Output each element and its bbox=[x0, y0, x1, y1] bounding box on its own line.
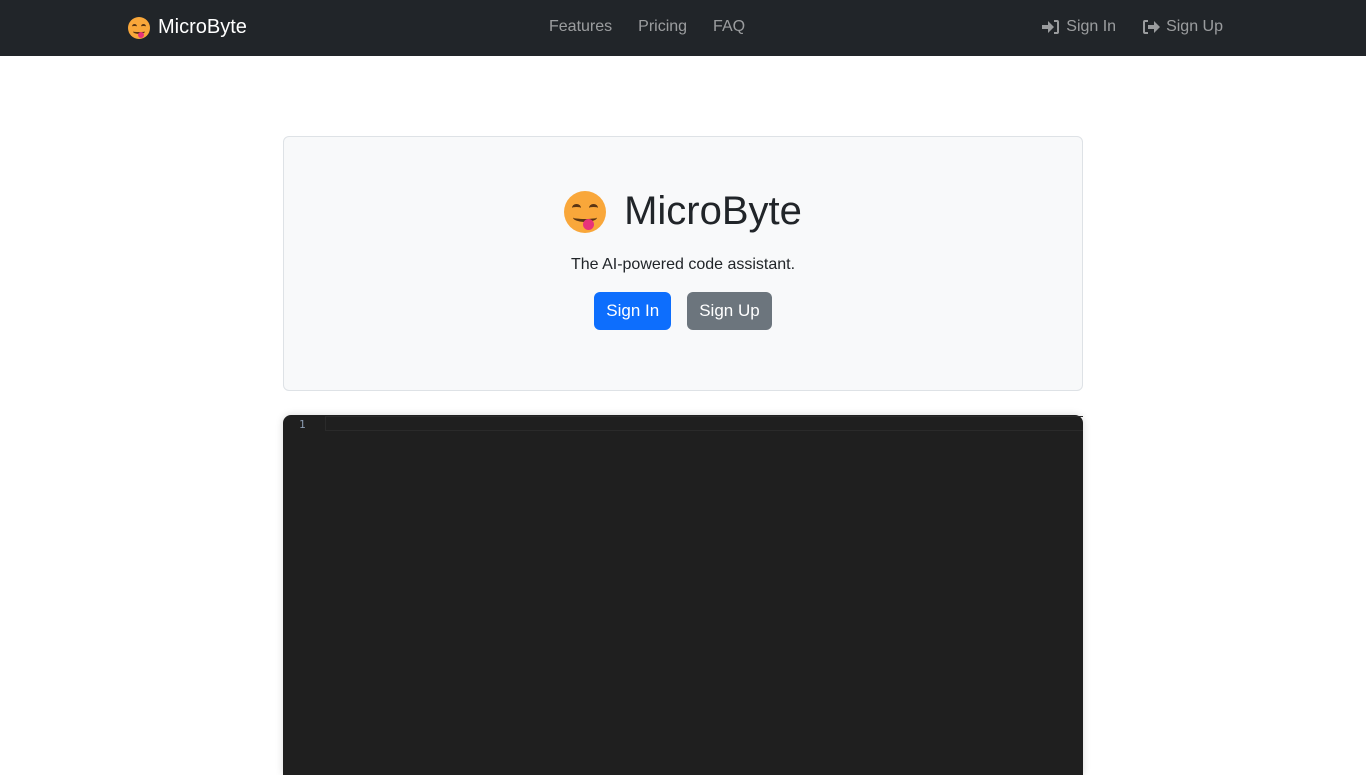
nav-link-features[interactable]: Features bbox=[549, 18, 612, 36]
sign-up-button[interactable]: Sign Up bbox=[687, 292, 772, 330]
face-savoring-food-icon bbox=[564, 190, 607, 233]
sign-in-icon bbox=[1042, 20, 1060, 34]
nav-link-faq[interactable]: FAQ bbox=[713, 18, 745, 36]
nav-sign-up-label: Sign Up bbox=[1166, 18, 1223, 35]
hero-buttons: Sign In Sign Up bbox=[284, 292, 1082, 330]
nav-sign-in-link[interactable]: Sign In bbox=[1042, 18, 1116, 36]
nav-links: Features Pricing FAQ bbox=[549, 18, 745, 36]
active-line-highlight[interactable] bbox=[325, 416, 1083, 431]
hero-card: MicroByte The AI-powered code assistant.… bbox=[283, 136, 1083, 391]
face-savoring-food-icon bbox=[128, 16, 150, 39]
sign-out-icon bbox=[1143, 20, 1161, 34]
hero-title: MicroByte bbox=[284, 189, 1082, 234]
auth-links: Sign In Sign Up bbox=[1042, 18, 1223, 36]
line-number: 1 bbox=[299, 418, 306, 431]
brand-link[interactable]: MicroByte bbox=[128, 16, 247, 39]
nav-link-pricing[interactable]: Pricing bbox=[638, 18, 687, 36]
code-editor[interactable]: 1 bbox=[283, 415, 1083, 775]
line-number-gutter: 1 bbox=[283, 415, 323, 775]
nav-sign-up-link[interactable]: Sign Up bbox=[1142, 18, 1223, 36]
brand-name: MicroByte bbox=[158, 16, 247, 38]
hero-title-text: MicroByte bbox=[624, 189, 802, 233]
nav-sign-in-label: Sign In bbox=[1066, 18, 1117, 35]
navbar: MicroByte Features Pricing FAQ Sign In S… bbox=[0, 0, 1366, 56]
hero-tagline: The AI-powered code assistant. bbox=[570, 256, 796, 273]
sign-in-button[interactable]: Sign In bbox=[594, 292, 672, 330]
